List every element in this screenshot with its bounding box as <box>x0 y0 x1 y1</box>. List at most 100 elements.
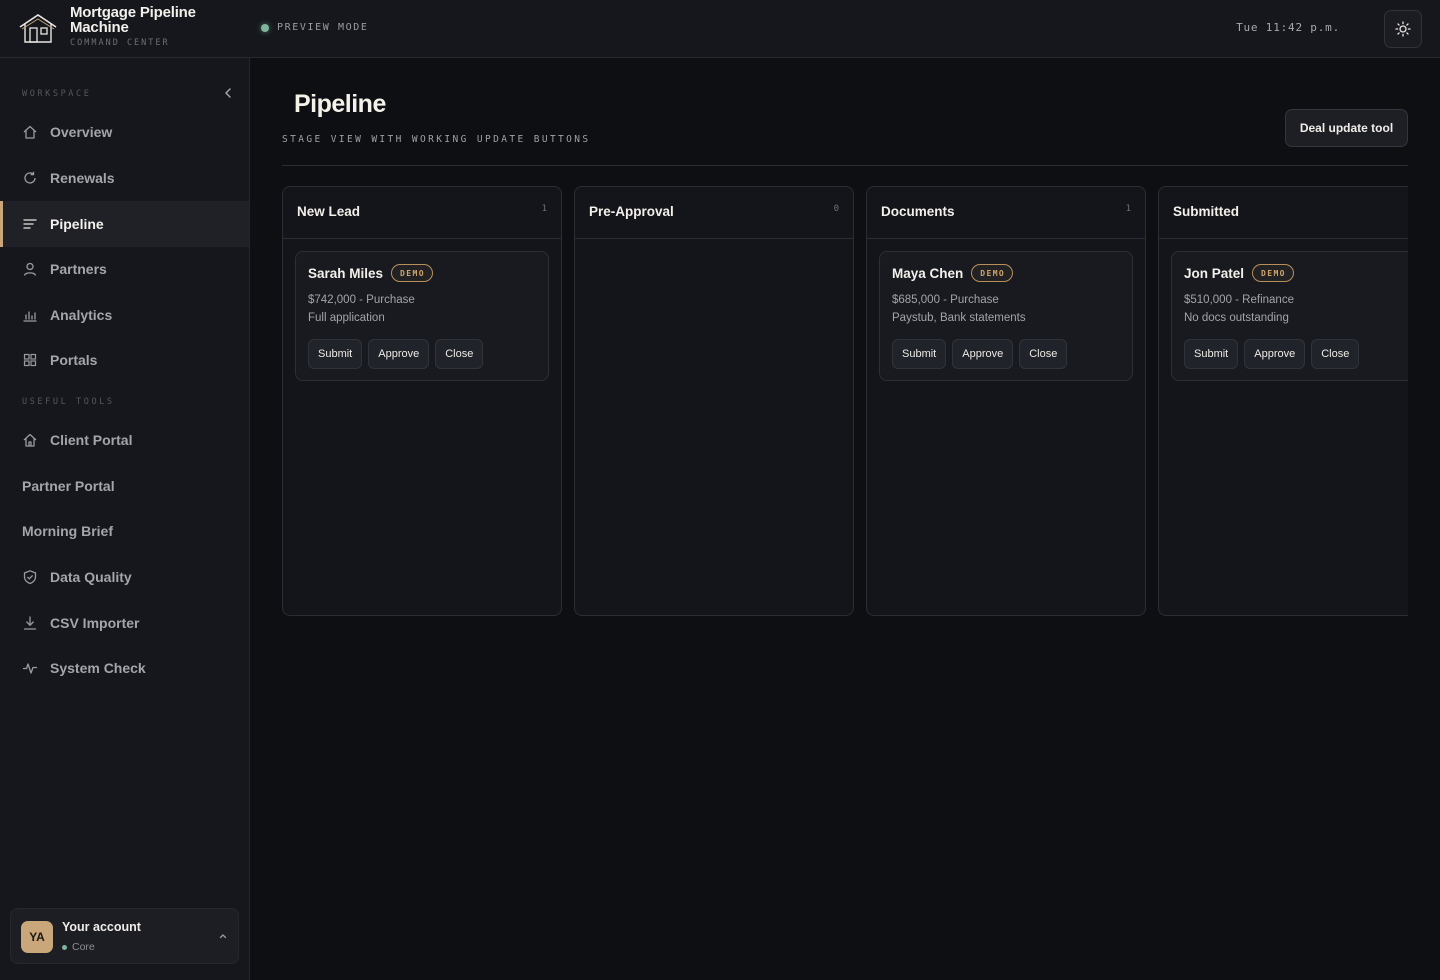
sidebar-item-data-quality[interactable]: Data Quality <box>0 554 249 600</box>
tools-section-label: USEFUL TOOLS <box>22 397 115 407</box>
submit-button[interactable]: Submit <box>308 339 363 369</box>
theme-toggle-button[interactable] <box>1384 10 1422 48</box>
sidebar-item-portals[interactable]: Portals <box>0 337 249 383</box>
submit-button[interactable]: Submit <box>892 339 947 369</box>
sidebar-item-label: Data Quality <box>50 569 132 585</box>
column-title: New Lead <box>297 204 361 219</box>
close-button[interactable]: Close <box>1311 339 1360 369</box>
column-count: 0 <box>833 204 839 214</box>
refresh-icon <box>22 170 38 186</box>
column-title: Documents <box>881 204 955 219</box>
shield-icon <box>22 569 38 585</box>
sidebar: WORKSPACE Overview Renewals Pipeline Par… <box>0 58 250 980</box>
card-header: Jon Patel DEMO <box>1184 264 1294 282</box>
page-subtitle: STAGE VIEW WITH WORKING UPDATE BUTTONS <box>282 134 591 145</box>
card-header: Maya Chen DEMO <box>892 264 1014 282</box>
column-title: Pre-Approval <box>589 204 674 219</box>
deal-note: Full application <box>308 312 385 324</box>
page-title: Pipeline <box>294 90 386 118</box>
sidebar-item-csv-importer[interactable]: CSV Importer <box>0 600 249 646</box>
column-title: Submitted <box>1173 204 1239 219</box>
plan-label: Core <box>72 941 95 953</box>
list-icon <box>22 216 38 232</box>
column-header: New Lead 1 <box>283 187 561 239</box>
card-actions: Submit Approve Close <box>308 339 484 369</box>
borrower-name: Maya Chen <box>892 265 964 281</box>
chevron-up-icon <box>219 934 227 939</box>
preview-mode-label: PREVIEW MODE <box>277 22 369 33</box>
deal-note: No docs outstanding <box>1184 312 1289 324</box>
bar-chart-icon <box>22 307 38 323</box>
approve-button[interactable]: Approve <box>952 339 1014 369</box>
deal-card[interactable]: Maya Chen DEMO $685,000 - Purchase Payst… <box>879 251 1133 381</box>
chevron-left-icon[interactable] <box>220 85 236 101</box>
deal-note: Paystub, Bank statements <box>892 312 1026 324</box>
sidebar-item-client-portal[interactable]: Client Portal <box>0 417 249 463</box>
approve-button[interactable]: Approve <box>1244 339 1306 369</box>
column-header: Documents 1 <box>867 187 1145 239</box>
sidebar-item-analytics[interactable]: Analytics <box>0 292 249 338</box>
deal-amount: $685,000 - Purchase <box>892 294 999 306</box>
deal-card[interactable]: Sarah Miles DEMO $742,000 - Purchase Ful… <box>295 251 549 381</box>
sidebar-item-label: Client Portal <box>50 432 133 448</box>
column-count: 1 <box>541 204 547 214</box>
avatar: YA <box>21 921 53 953</box>
column-header: Submitted <box>1159 187 1408 239</box>
sidebar-item-label: CSV Importer <box>50 615 140 631</box>
home-icon <box>22 432 38 448</box>
column-count: 1 <box>1125 204 1131 214</box>
close-button[interactable]: Close <box>435 339 484 369</box>
sidebar-item-label: Pipeline <box>50 216 104 232</box>
sidebar-item-label: Overview <box>50 124 113 140</box>
sidebar-item-label: Portals <box>50 352 98 368</box>
app-subtitle: COMMAND CENTER <box>70 38 170 48</box>
sidebar-item-label: System Check <box>50 660 146 676</box>
account-name: Your account <box>62 920 141 934</box>
sidebar-item-pipeline[interactable]: Pipeline <box>0 201 249 247</box>
download-icon <box>22 615 38 631</box>
status-dot-icon <box>62 944 67 950</box>
column-header: Pre-Approval 0 <box>575 187 853 239</box>
deal-update-tool-button[interactable]: Deal update tool <box>1285 109 1408 147</box>
demo-badge: DEMO <box>971 264 1014 282</box>
sidebar-item-morning-brief[interactable]: Morning Brief <box>0 508 249 554</box>
top-bar: Mortgage Pipeline Machine COMMAND CENTER… <box>0 0 1440 58</box>
account-menu[interactable]: YA Your account Core <box>10 908 239 964</box>
sidebar-item-system-check[interactable]: System Check <box>0 645 249 691</box>
sidebar-item-overview[interactable]: Overview <box>0 109 249 155</box>
brand: Mortgage Pipeline Machine COMMAND CENTER <box>70 5 240 48</box>
workspace-section-label: WORKSPACE <box>22 89 92 99</box>
card-actions: Submit Approve Close <box>892 339 1068 369</box>
sidebar-item-partner-portal[interactable]: Partner Portal <box>0 463 249 509</box>
sidebar-item-label: Partner Portal <box>22 478 115 494</box>
submit-button[interactable]: Submit <box>1184 339 1239 369</box>
main-content: Pipeline STAGE VIEW WITH WORKING UPDATE … <box>250 58 1440 980</box>
card-header: Sarah Miles DEMO <box>308 264 433 282</box>
demo-badge: DEMO <box>391 264 433 282</box>
sun-icon <box>1395 21 1411 37</box>
app-title: Mortgage Pipeline Machine <box>70 4 196 36</box>
borrower-name: Sarah Miles <box>308 265 384 281</box>
sidebar-item-label: Partners <box>50 261 107 277</box>
deal-card[interactable]: Jon Patel DEMO $510,000 - Refinance No d… <box>1171 251 1408 381</box>
user-icon <box>22 261 38 277</box>
account-plan: Core <box>62 941 95 953</box>
card-actions: Submit Approve Close <box>1184 339 1360 369</box>
borrower-name: Jon Patel <box>1184 265 1245 281</box>
grid-icon <box>22 352 38 368</box>
preview-mode-indicator: PREVIEW MODE <box>261 22 368 33</box>
close-button[interactable]: Close <box>1019 339 1068 369</box>
pipeline-board: New Lead 1 Sarah Miles DEMO $742,000 - P… <box>282 186 1408 616</box>
stage-column-submitted: Submitted Jon Patel DEMO $510,000 - Refi… <box>1158 186 1408 616</box>
sidebar-item-label: Renewals <box>50 170 115 186</box>
sidebar-item-renewals[interactable]: Renewals <box>0 155 249 201</box>
approve-button[interactable]: Approve <box>368 339 430 369</box>
home-icon <box>22 124 38 140</box>
stage-column-new-lead: New Lead 1 Sarah Miles DEMO $742,000 - P… <box>282 186 562 616</box>
clock: Tue 11:42 p.m. <box>1236 21 1340 34</box>
sidebar-item-partners[interactable]: Partners <box>0 246 249 292</box>
sidebar-item-label: Analytics <box>50 307 113 323</box>
deal-amount: $510,000 - Refinance <box>1184 294 1294 306</box>
sidebar-item-label: Morning Brief <box>22 523 113 539</box>
deal-amount: $742,000 - Purchase <box>308 294 415 306</box>
